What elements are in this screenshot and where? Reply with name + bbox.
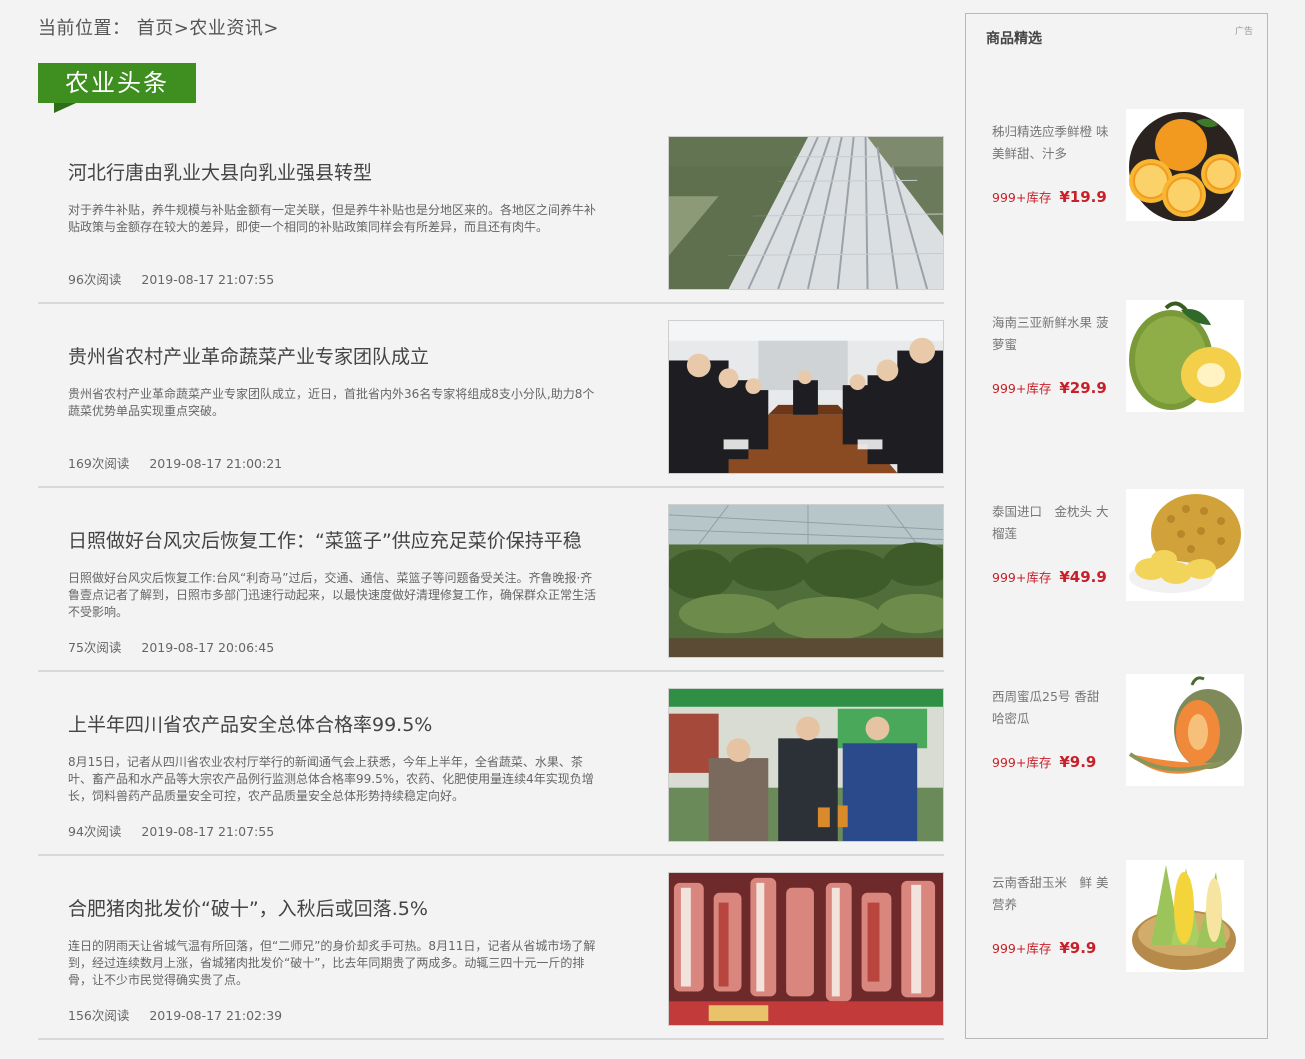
news-meta: 169次阅读 2019-08-17 21:00:21	[68, 453, 282, 472]
breadcrumb-current-link[interactable]: 农业资讯	[189, 18, 263, 39]
breadcrumb: 当前位置： 首页>农业资讯>	[38, 14, 279, 40]
product-price-row: 999+库存 ¥49.9	[992, 567, 1107, 586]
product-price: ¥9.9	[1059, 939, 1097, 957]
jackfruit-icon[interactable]	[1126, 300, 1244, 412]
read-count: 169次阅读	[68, 456, 130, 471]
product-price-row: 999+库存 ¥19.9	[992, 187, 1107, 206]
market-inspection-photo[interactable]	[668, 688, 944, 842]
news-summary: 对于养牛补贴，养牛规模与补贴金额有一定关联，但是养牛补贴也是分地区来的。各地区之…	[68, 203, 597, 234]
news-meta: 156次阅读 2019-08-17 21:02:39	[68, 1005, 282, 1024]
breadcrumb-separator: >	[263, 18, 279, 39]
product-price-row: 999+库存 ¥9.9	[992, 938, 1096, 957]
durian-icon[interactable]	[1126, 489, 1244, 601]
product-name[interactable]: 秭归精选应季鲜橙 味美鲜甜、汁多	[992, 121, 1112, 165]
news-item: 贵州省农村产业革命蔬菜产业专家团队成立 贵州省农村产业革命蔬菜产业专家团队成立，…	[38, 304, 944, 488]
news-summary: 8月15日，记者从四川省农业农村厅举行的新闻通气会上获悉，今年上半年，全省蔬菜、…	[68, 755, 594, 803]
breadcrumb-prefix: 当前位置：	[38, 18, 131, 39]
orange-icon[interactable]	[1126, 109, 1244, 221]
product-card[interactable]: 海南三亚新鲜水果 菠萝蜜 999+库存 ¥29.9	[966, 300, 1269, 414]
news-item: 日照做好台风灾后恢复工作：“菜篮子”供应充足菜价保持平稳 日照做好台风灾后恢复工…	[38, 488, 944, 672]
greenhouse-aerial-photo[interactable]	[668, 136, 944, 290]
news-title[interactable]: 河北行唐由乳业大县向乳业强县转型	[68, 158, 372, 185]
product-price-row: 999+库存 ¥9.9	[992, 752, 1096, 771]
read-count: 156次阅读	[68, 1008, 130, 1023]
publish-date: 2019-08-17 21:00:21	[149, 456, 283, 471]
corn-icon[interactable]	[1126, 860, 1244, 972]
news-meta: 75次阅读 2019-08-17 20:06:45	[68, 637, 274, 656]
product-price: ¥29.9	[1059, 379, 1107, 397]
product-stock: 999+库存	[992, 381, 1052, 396]
product-name[interactable]: 西周蜜瓜25号 香甜 哈密瓜	[992, 686, 1112, 730]
news-summary: 日照做好台风灾后恢复工作:台风“利奇马”过后，交通、通信、菜篮子等问题备受关注。…	[68, 571, 597, 619]
product-price: ¥9.9	[1059, 753, 1097, 771]
publish-date: 2019-08-17 21:02:39	[149, 1008, 283, 1023]
news-item: 合肥猪肉批发价“破十”，入秋后或回落.5% 连日的阴雨天让省城气温有所回落，但“…	[38, 856, 944, 1040]
read-count: 94次阅读	[68, 824, 122, 839]
news-summary: 连日的阴雨天让省城气温有所回落，但“二师兄”的身价却炙手可热。8月11日，记者从…	[68, 939, 596, 987]
product-sidebar: 商品精选 广告 秭归精选应季鲜橙 味美鲜甜、汁多 999+库存 ¥19.9 海南三…	[965, 13, 1268, 1039]
product-price: ¥49.9	[1059, 568, 1107, 586]
product-price-row: 999+库存 ¥29.9	[992, 378, 1107, 397]
news-item: 上半年四川省农产品安全总体合格率99.5% 8月15日，记者从四川省农业农村厅举…	[38, 672, 944, 856]
breadcrumb-home-link[interactable]: 首页	[137, 18, 174, 39]
breadcrumb-separator: >	[173, 18, 190, 39]
product-stock: 999+库存	[992, 941, 1052, 956]
product-card[interactable]: 西周蜜瓜25号 香甜 哈密瓜 999+库存 ¥9.9	[966, 674, 1269, 788]
product-name[interactable]: 海南三亚新鲜水果 菠萝蜜	[992, 312, 1112, 356]
publish-date: 2019-08-17 21:07:55	[141, 272, 275, 287]
product-stock: 999+库存	[992, 570, 1052, 585]
news-meta: 96次阅读 2019-08-17 21:07:55	[68, 269, 274, 288]
read-count: 96次阅读	[68, 272, 122, 287]
ad-label: 广告	[1234, 27, 1253, 37]
news-list: 河北行唐由乳业大县向乳业强县转型 对于养牛补贴，养牛规模与补贴金额有一定关联，但…	[38, 120, 944, 1040]
news-summary: 贵州省农村产业革命蔬菜产业专家团队成立，近日，首批省内外36名专家将组成8支小分…	[68, 387, 595, 418]
news-title[interactable]: 合肥猪肉批发价“破十”，入秋后或回落.5%	[68, 894, 428, 921]
news-meta: 94次阅读 2019-08-17 21:07:55	[68, 821, 274, 840]
read-count: 75次阅读	[68, 640, 122, 655]
product-name[interactable]: 云南香甜玉米 鲜 美营养	[992, 872, 1112, 916]
section-title: 农业头条	[38, 63, 196, 113]
pork-stall-photo[interactable]	[668, 872, 944, 1026]
news-title[interactable]: 日照做好台风灾后恢复工作：“菜篮子”供应充足菜价保持平稳	[68, 526, 582, 553]
news-item: 河北行唐由乳业大县向乳业强县转型 对于养牛补贴，养牛规模与补贴金额有一定关联，但…	[38, 120, 944, 304]
product-card[interactable]: 云南香甜玉米 鲜 美营养 999+库存 ¥9.9	[966, 860, 1269, 974]
meeting-room-photo[interactable]	[668, 320, 944, 474]
publish-date: 2019-08-17 21:07:55	[141, 824, 275, 839]
news-title[interactable]: 上半年四川省农产品安全总体合格率99.5%	[68, 710, 432, 737]
melon-icon[interactable]	[1126, 674, 1244, 786]
sidebar-title: 商品精选	[986, 31, 1042, 47]
publish-date: 2019-08-17 20:06:45	[141, 640, 275, 655]
product-card[interactable]: 泰国进口 金枕头 大榴莲 999+库存 ¥49.9	[966, 489, 1269, 603]
product-name[interactable]: 泰国进口 金枕头 大榴莲	[992, 501, 1112, 545]
product-stock: 999+库存	[992, 190, 1052, 205]
product-card[interactable]: 秭归精选应季鲜橙 味美鲜甜、汁多 999+库存 ¥19.9	[966, 109, 1269, 223]
product-stock: 999+库存	[992, 755, 1052, 770]
vegetable-greenhouse-photo[interactable]	[668, 504, 944, 658]
product-price: ¥19.9	[1059, 188, 1107, 206]
news-title[interactable]: 贵州省农村产业革命蔬菜产业专家团队成立	[68, 342, 429, 369]
